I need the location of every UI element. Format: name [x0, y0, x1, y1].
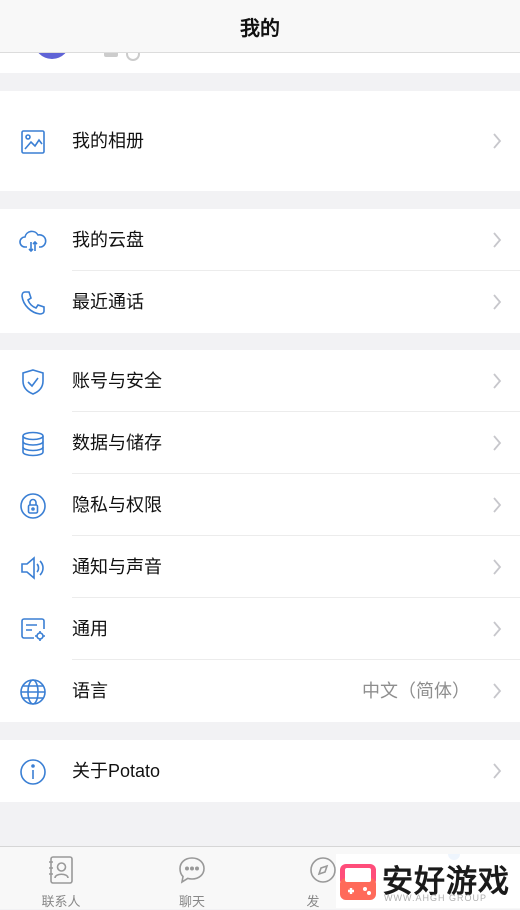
menu-item-language[interactable]: 语言 中文（简体）	[0, 660, 520, 722]
phone-icon	[19, 289, 47, 317]
database-icon	[19, 430, 47, 458]
menu-item-label: 通用	[72, 619, 108, 639]
info-icon	[19, 758, 47, 786]
chevron-right-icon	[493, 294, 502, 310]
header-bar: 我的	[0, 0, 520, 53]
group-about: 关于Potato	[0, 740, 520, 802]
globe-icon	[19, 678, 47, 706]
menu-item-label: 我的云盘	[72, 230, 144, 250]
settings-card-icon	[19, 616, 47, 644]
menu-item-label: 最近通话	[72, 292, 144, 312]
discover-icon	[307, 854, 339, 886]
profile-status-edge	[126, 53, 140, 61]
lock-icon	[19, 492, 47, 520]
profile-name-edge	[104, 53, 118, 57]
menu-item-notifications[interactable]: 通知与声音	[0, 536, 520, 598]
tab-label: 联系人	[41, 894, 81, 909]
avatar	[34, 53, 70, 59]
gamepad-logo-icon	[340, 864, 376, 900]
group-storage: 我的云盘 最近通话	[0, 209, 520, 333]
shield-icon	[19, 368, 47, 396]
menu-item-label: 隐私与权限	[72, 495, 162, 515]
chevron-right-icon	[493, 497, 502, 513]
chevron-right-icon	[493, 621, 502, 637]
menu-item-album[interactable]: 我的相册	[0, 110, 520, 172]
chevron-right-icon	[493, 763, 502, 779]
tab-contacts[interactable]: 联系人	[9, 847, 113, 909]
menu-item-label: 数据与储存	[72, 433, 162, 453]
chevron-right-icon	[493, 435, 502, 451]
profile-card[interactable]	[0, 53, 520, 73]
language-value: 中文（简体）	[362, 681, 470, 701]
chevron-right-icon	[493, 133, 502, 149]
contacts-icon	[45, 854, 77, 886]
menu-item-recent-calls[interactable]: 最近通话	[0, 271, 520, 333]
menu-item-cloud-drive[interactable]: 我的云盘	[0, 209, 520, 271]
menu-item-label: 通知与声音	[72, 557, 162, 577]
group-album: 我的相册	[0, 91, 520, 191]
menu-item-label: 账号与安全	[72, 371, 162, 391]
chat-icon	[176, 854, 208, 886]
menu-item-about[interactable]: 关于Potato	[0, 740, 520, 802]
menu-item-general[interactable]: 通用	[0, 598, 520, 660]
watermark-logo: 安好游戏 WWW.AHGH GROUP	[336, 854, 520, 908]
chevron-right-icon	[493, 373, 502, 389]
cloud-drive-icon	[19, 227, 47, 255]
watermark-subtitle: WWW.AHGH GROUP	[384, 893, 487, 903]
photo-album-icon	[19, 128, 47, 156]
speaker-icon	[19, 554, 47, 582]
chevron-right-icon	[493, 683, 502, 699]
tab-chat[interactable]: 聊天	[140, 847, 244, 909]
menu-item-privacy[interactable]: 隐私与权限	[0, 474, 520, 536]
tab-label: 聊天	[178, 894, 205, 909]
menu-item-data-storage[interactable]: 数据与储存	[0, 412, 520, 474]
group-settings: 账号与安全 数据与储存 隐私与权限 通知与声音 通用 语言 中文（简体）	[0, 350, 520, 722]
chevron-right-icon	[493, 232, 502, 248]
chevron-right-icon	[493, 559, 502, 575]
menu-item-label: 关于Potato	[72, 761, 161, 781]
page-title: 我的	[240, 17, 280, 40]
menu-item-account-security[interactable]: 账号与安全	[0, 350, 520, 412]
menu-item-label: 我的相册	[72, 131, 144, 151]
menu-item-label: 语言	[72, 681, 108, 701]
